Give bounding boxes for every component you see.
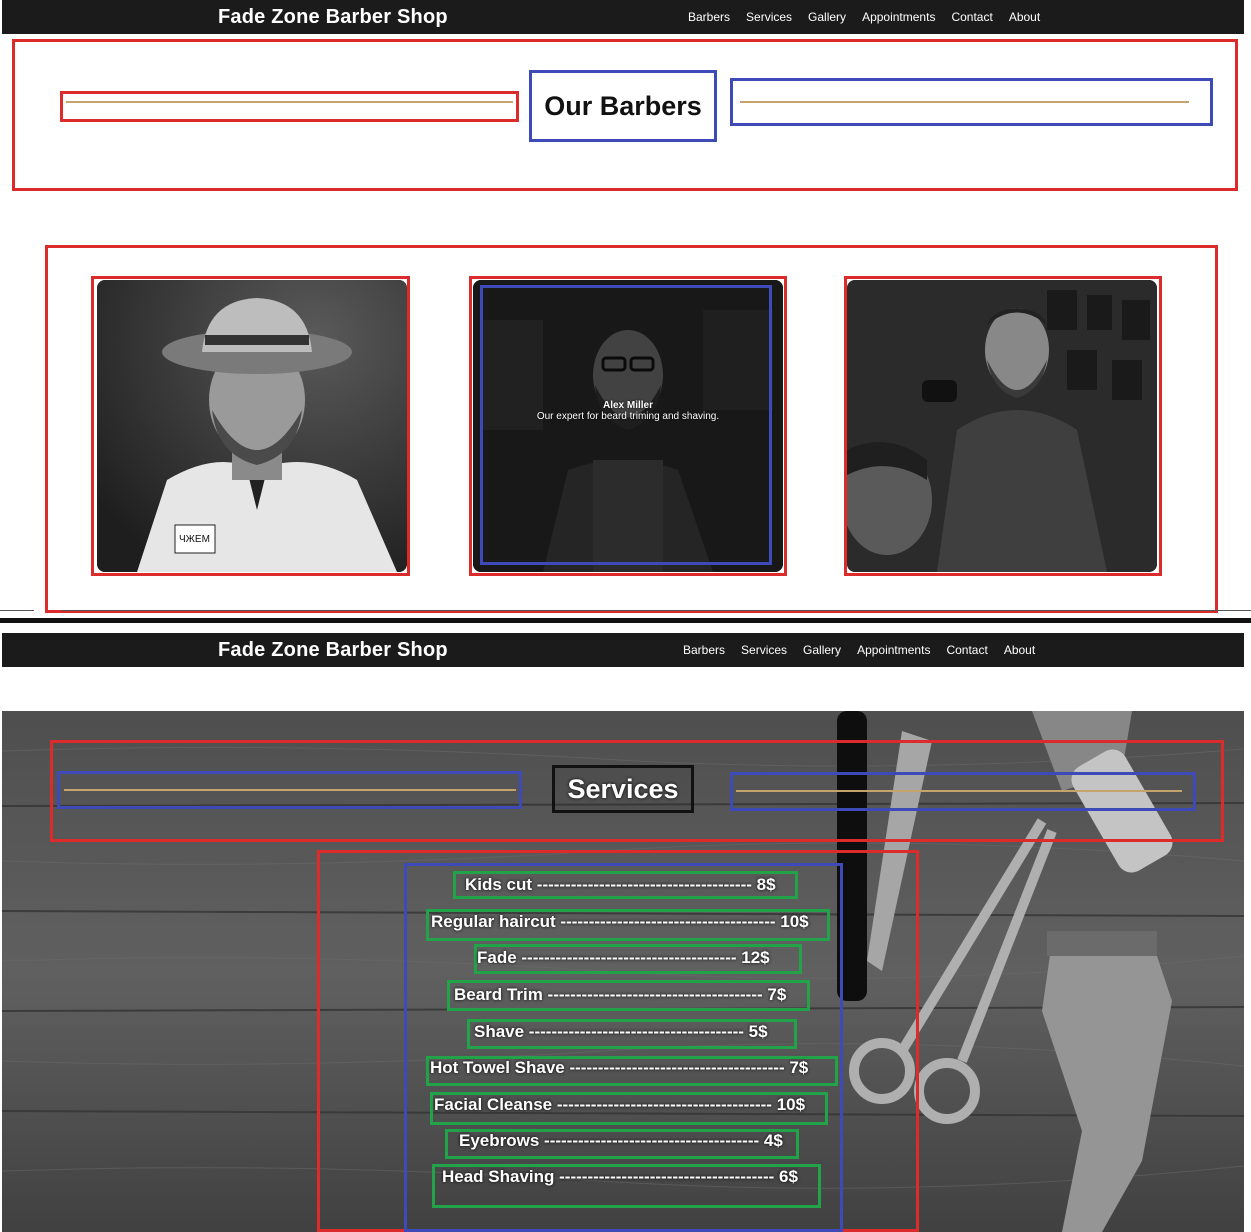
screen1-bottom-edge (62, 610, 1251, 611)
top-navbar: Fade Zone Barber Shop Barbers Services G… (2, 0, 1244, 34)
brand-logo-text-2[interactable]: Fade Zone Barber Shop (218, 639, 448, 662)
nav-link-about[interactable]: About (1004, 643, 1035, 657)
service-item-fade: Fade -----------------------------------… (477, 948, 770, 967)
services-title: Services (567, 773, 679, 804)
nav-link-gallery[interactable]: Gallery (803, 643, 841, 657)
nav-link-appointments[interactable]: Appointments (857, 643, 930, 657)
nav-links-2: Barbers Services Gallery Appointments Co… (683, 643, 1035, 657)
screenshot-divider (0, 618, 1251, 623)
nav-link-contact[interactable]: Contact (951, 10, 992, 24)
brand-logo-text[interactable]: Fade Zone Barber Shop (218, 6, 448, 29)
nav-link-about[interactable]: About (1009, 10, 1040, 24)
service-item-eyebrows: Eyebrows -------------------------------… (459, 1131, 783, 1150)
service-item-regular-haircut: Regular haircut ------------------------… (431, 912, 809, 931)
page-title: Our Barbers (544, 90, 702, 121)
nav-links: Barbers Services Gallery Appointments Co… (688, 10, 1040, 24)
services-title-right-rule (736, 790, 1182, 792)
nav-link-barbers[interactable]: Barbers (683, 643, 725, 657)
service-item-facial-cleanse: Facial Cleanse -------------------------… (434, 1095, 806, 1114)
barber-overlay-box (480, 285, 772, 565)
service-item-kids-cut: Kids cut -------------------------------… (465, 875, 776, 894)
barber-photo-1: ЧЖЕМ (97, 280, 407, 572)
service-item-hot-towel-shave: Hot Towel Shave ------------------------… (430, 1058, 809, 1077)
services-title-left-rule (64, 789, 516, 791)
nav-link-services[interactable]: Services (746, 10, 792, 24)
title-left-line-box (60, 91, 519, 122)
coat-patch-text: ЧЖЕМ (179, 534, 210, 545)
nav-link-appointments[interactable]: Appointments (862, 10, 935, 24)
nav-link-barbers[interactable]: Barbers (688, 10, 730, 24)
barber-photo-3 (847, 280, 1157, 572)
screen1-bottom-edge-left (0, 610, 34, 611)
nav-link-services[interactable]: Services (741, 643, 787, 657)
nav-link-contact[interactable]: Contact (946, 643, 987, 657)
title-left-rule (66, 101, 513, 103)
nav-link-gallery[interactable]: Gallery (808, 10, 846, 24)
barber-portrait-hat-image: ЧЖЕМ (97, 280, 407, 572)
top-navbar-2: Fade Zone Barber Shop Barbers Services G… (2, 633, 1244, 667)
barber-cutting-hair-image (847, 280, 1157, 572)
service-item-beard-trim: Beard Trim -----------------------------… (454, 985, 787, 1004)
title-right-rule (740, 101, 1189, 103)
service-item-shave: Shave ----------------------------------… (474, 1022, 768, 1041)
service-item-head-shaving: Head Shaving ---------------------------… (442, 1167, 798, 1186)
